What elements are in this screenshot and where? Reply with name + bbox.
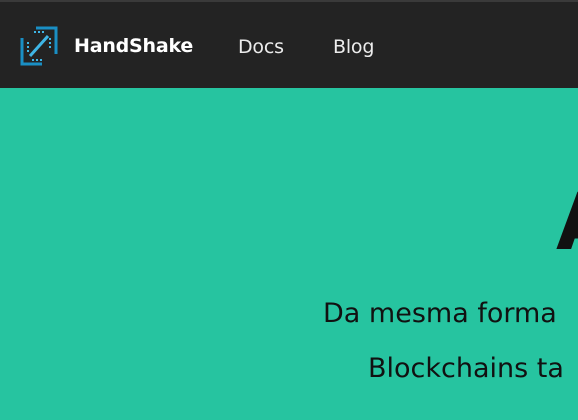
hero-text-line-1: Da mesma forma bbox=[323, 298, 557, 329]
hero-section: A Da mesma forma Blockchains ta bbox=[0, 88, 578, 420]
brand-name: HandShake bbox=[74, 35, 194, 57]
hero-title: A bbox=[556, 184, 578, 262]
nav-link-docs[interactable]: Docs bbox=[238, 36, 284, 58]
brand-link[interactable]: HandShake bbox=[18, 26, 193, 66]
nav-link-blog[interactable]: Blog bbox=[333, 36, 374, 58]
hero-text-line-2: Blockchains ta bbox=[368, 353, 564, 384]
top-navbar: HandShake Docs Blog bbox=[0, 0, 578, 88]
handshake-logo-icon bbox=[20, 26, 58, 66]
